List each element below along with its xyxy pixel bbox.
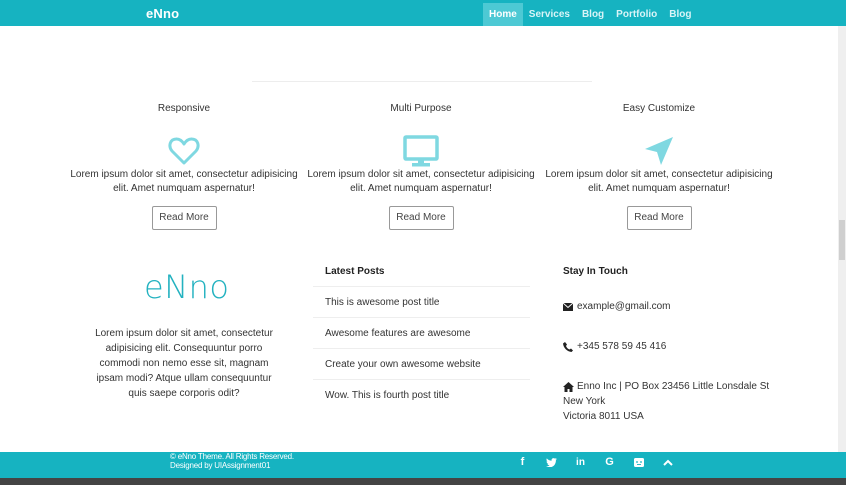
social-links: f in G xyxy=(508,455,682,469)
facebook-icon[interactable]: f xyxy=(508,455,537,469)
nav-blog-2[interactable]: Blog xyxy=(663,3,697,26)
feature-title: Responsive xyxy=(157,103,211,114)
address-line-2: New York xyxy=(563,396,606,407)
footer-bar xyxy=(0,452,846,478)
paper-plane-icon xyxy=(539,134,779,168)
address-line-3: Victoria 8011 USA xyxy=(563,411,644,422)
nav-home[interactable]: Home xyxy=(483,3,523,26)
envelope-icon xyxy=(563,299,577,314)
contact-address: Enno Inc | PO Box 23456 Little Lonsdale … xyxy=(563,379,769,394)
section-divider xyxy=(252,81,592,82)
post-link[interactable]: Wow. This is fourth post title xyxy=(313,379,530,410)
feature-text: Lorem ipsum dolor sit amet, consectetur … xyxy=(70,169,298,194)
footer-logo: eNno xyxy=(144,268,230,306)
nav-services[interactable]: Services xyxy=(523,3,576,26)
feature-title: Multi Purpose xyxy=(390,103,452,114)
phone-icon xyxy=(563,339,577,354)
post-link[interactable]: Create your own awesome website xyxy=(313,348,530,379)
scrollbar-thumb[interactable] xyxy=(839,220,845,260)
twitter-icon[interactable] xyxy=(537,455,566,469)
home-icon xyxy=(563,379,577,394)
phone-text: +345 578 59 45 416 xyxy=(577,341,667,352)
read-more-button[interactable]: Read More xyxy=(388,206,454,230)
latest-posts-list: This is awesome post title Awesome featu… xyxy=(313,286,530,410)
feature-text: Lorem ipsum dolor sit amet, consectetur … xyxy=(545,169,773,194)
address-line-2-row: New York xyxy=(563,394,605,409)
post-link[interactable]: Awesome features are awesome xyxy=(313,317,530,348)
nav-portfolio[interactable]: Portfolio xyxy=(610,3,663,26)
feature-text: Lorem ipsum dolor sit amet, consectetur … xyxy=(307,169,535,194)
copyright-text: © eNno Theme. All Rights Reserved. xyxy=(170,452,294,461)
about-text: Lorem ipsum dolor sit amet, consectetur … xyxy=(95,328,273,399)
google-icon[interactable]: G xyxy=(595,455,624,469)
address-line-3-row: Victoria 8011 USA xyxy=(563,409,644,424)
email-text[interactable]: example@gmail.com xyxy=(577,299,671,314)
linkedin-icon[interactable]: in xyxy=(566,455,595,469)
heart-icon xyxy=(64,134,304,168)
main-nav: Home Services Blog Portfolio Blog xyxy=(483,3,698,26)
contact-email: example@gmail.com xyxy=(563,299,671,314)
post-link[interactable]: This is awesome post title xyxy=(313,286,530,317)
feature-easy-customize: Easy Customize Lorem ipsum dolor sit ame… xyxy=(539,102,779,230)
read-more-button[interactable]: Read More xyxy=(151,206,217,230)
feature-multi-purpose: Multi Purpose Lorem ipsum dolor sit amet… xyxy=(301,102,541,230)
read-more-button[interactable]: Read More xyxy=(626,206,692,230)
stay-in-touch-title: Stay In Touch xyxy=(563,266,628,277)
brand-logo[interactable]: eNno xyxy=(146,6,179,21)
top-navbar xyxy=(0,0,846,26)
copyright: © eNno Theme. All Rights Reserved. Desig… xyxy=(170,452,294,470)
nav-blog[interactable]: Blog xyxy=(576,3,610,26)
feature-responsive: Responsive Lorem ipsum dolor sit amet, c… xyxy=(64,102,304,230)
address-line-1: Enno Inc | PO Box 23456 Little Lonsdale … xyxy=(577,381,770,392)
feature-title: Easy Customize xyxy=(622,103,696,114)
designed-by-text[interactable]: Designed by UIAssignment01 xyxy=(170,461,294,470)
contact-phone: +345 578 59 45 416 xyxy=(563,339,666,354)
monitor-icon xyxy=(301,134,541,168)
chat-icon[interactable] xyxy=(624,455,653,469)
latest-posts-title: Latest Posts xyxy=(325,266,385,277)
window-bottom-edge xyxy=(0,478,846,485)
scroll-up-icon[interactable] xyxy=(653,455,682,469)
